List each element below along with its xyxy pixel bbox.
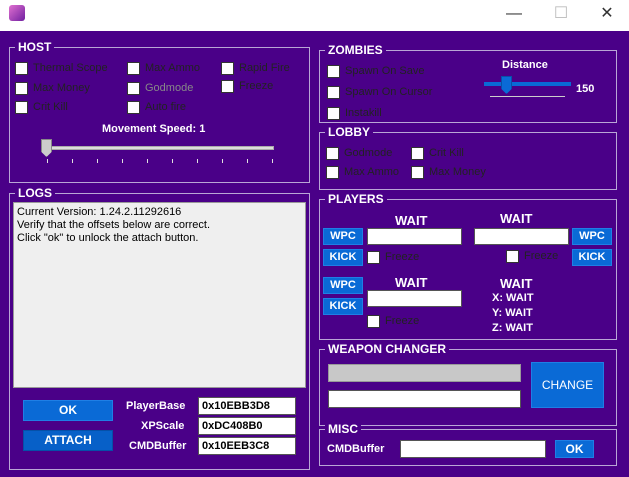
lobby-godmode-checkbox[interactable]: Godmode [326, 147, 392, 160]
misc-cmdbuffer-input[interactable] [400, 440, 546, 458]
host-group: HOST Thermal Scope Max Ammo Rapid Fire M… [9, 40, 310, 183]
host-title: HOST [15, 40, 55, 54]
player2-name: WAIT [500, 211, 533, 226]
max-money-checkbox[interactable]: Max Money [15, 82, 90, 95]
maximize-button[interactable]: ☐ [538, 0, 584, 30]
player3-name: WAIT [395, 275, 428, 290]
zombies-title: ZOMBIES [325, 43, 386, 57]
lobby-group: LOBBY Godmode Crit Kill Max Ammo Max Mon… [319, 125, 617, 190]
players-group: PLAYERS WAIT WPC KICK Freeze WAIT WPC Fr… [319, 192, 617, 340]
movement-speed-value: 1 [199, 123, 206, 135]
crit-kill-checkbox[interactable]: Crit Kill [15, 101, 68, 114]
movement-speed-label: Movement Speed: 1 [102, 123, 206, 135]
player3-freeze-checkbox[interactable]: Freeze [367, 315, 419, 328]
player2-kick-button[interactable]: KICK [572, 249, 612, 266]
player3-wpc-button[interactable]: WPC [323, 277, 363, 294]
coord-z: Z: WAIT [492, 322, 533, 334]
lobby-crit-kill-checkbox[interactable]: Crit Kill [411, 147, 464, 160]
close-button[interactable]: ✕ [584, 0, 629, 30]
lobby-max-ammo-checkbox[interactable]: Max Ammo [326, 166, 399, 179]
player3-input[interactable] [367, 290, 462, 307]
lobby-max-money-checkbox[interactable]: Max Money [411, 166, 486, 179]
change-weapon-button[interactable]: CHANGE [531, 362, 604, 408]
zombies-group: ZOMBIES Spawn On Save Spawn On Cursor In… [319, 43, 617, 123]
main-panel: HOST Thermal Scope Max Ammo Rapid Fire M… [0, 31, 629, 477]
coord-y: Y: WAIT [492, 307, 533, 319]
freeze-checkbox[interactable]: Freeze [221, 80, 273, 93]
instakill-checkbox[interactable]: Instakill [327, 107, 382, 120]
distance-label: Distance [502, 59, 548, 71]
movement-speed-slider[interactable] [42, 146, 274, 150]
spawn-on-save-checkbox[interactable]: Spawn On Save [327, 65, 425, 78]
app-icon [9, 5, 25, 21]
rapid-fire-checkbox[interactable]: Rapid Fire [221, 62, 290, 75]
player1-input[interactable] [367, 228, 462, 245]
players-title: PLAYERS [325, 192, 387, 206]
misc-group: MISC CMDBuffer OK [319, 422, 617, 466]
player2-freeze-checkbox[interactable]: Freeze [506, 250, 558, 263]
xpscale-label: XPScale [141, 420, 185, 432]
coord-x: X: WAIT [492, 292, 534, 304]
player1-freeze-checkbox[interactable]: Freeze [367, 251, 419, 264]
weapon-input[interactable] [328, 390, 521, 408]
auto-fire-checkbox[interactable]: Auto fire [127, 101, 186, 114]
distance-value: 150 [576, 83, 595, 95]
player2-wpc-button[interactable]: WPC [572, 228, 612, 245]
max-ammo-checkbox[interactable]: Max Ammo [127, 62, 200, 75]
logs-title: LOGS [15, 186, 56, 200]
player2-input[interactable] [474, 228, 569, 245]
log-line: Click "ok" to unlock the attach button. [17, 232, 199, 244]
player1-wpc-button[interactable]: WPC [323, 228, 363, 245]
player1-kick-button[interactable]: KICK [323, 249, 363, 266]
xpscale-input[interactable]: 0xDC408B0 [198, 417, 296, 435]
log-line: Current Version: 1.24.2.11292616 [17, 206, 182, 218]
player1-name: WAIT [395, 213, 428, 228]
attach-button[interactable]: ATTACH [23, 430, 113, 451]
logs-group: LOGS Current Version: 1.24.2.11292616 Ve… [9, 186, 310, 470]
playerbase-input[interactable]: 0x10EBB3D8 [198, 397, 296, 415]
weapon-changer-title: WEAPON CHANGER [325, 342, 450, 356]
playerbase-label: PlayerBase [126, 400, 186, 412]
player3-kick-button[interactable]: KICK [323, 298, 363, 315]
weapon-changer-group: WEAPON CHANGER CHANGE [319, 342, 617, 426]
misc-title: MISC [325, 422, 361, 436]
movement-speed-thumb[interactable] [41, 139, 52, 157]
distance-slider[interactable] [484, 82, 571, 86]
weapon-dropdown[interactable] [328, 364, 521, 382]
misc-ok-button[interactable]: OK [555, 440, 594, 458]
godmode-checkbox[interactable]: Godmode [127, 82, 193, 95]
cmdbuffer-input[interactable]: 0x10EEB3C8 [198, 437, 296, 455]
lobby-title: LOBBY [325, 125, 373, 139]
misc-cmdbuffer-label: CMDBuffer [327, 443, 385, 455]
spawn-on-cursor-checkbox[interactable]: Spawn On Cursor [327, 86, 432, 99]
distance-thumb[interactable] [501, 76, 512, 94]
ok-button[interactable]: OK [23, 400, 113, 421]
player4-name: WAIT [500, 276, 533, 291]
minimize-button[interactable]: — [491, 0, 537, 30]
cmdbuffer-label: CMDBuffer [129, 440, 187, 452]
thermal-scope-checkbox[interactable]: Thermal Scope [15, 62, 108, 75]
title-bar: — ☐ ✕ [0, 0, 629, 31]
log-line: Verify that the offsets below are correc… [17, 219, 211, 231]
log-textarea[interactable]: Current Version: 1.24.2.11292616 Verify … [13, 202, 306, 388]
